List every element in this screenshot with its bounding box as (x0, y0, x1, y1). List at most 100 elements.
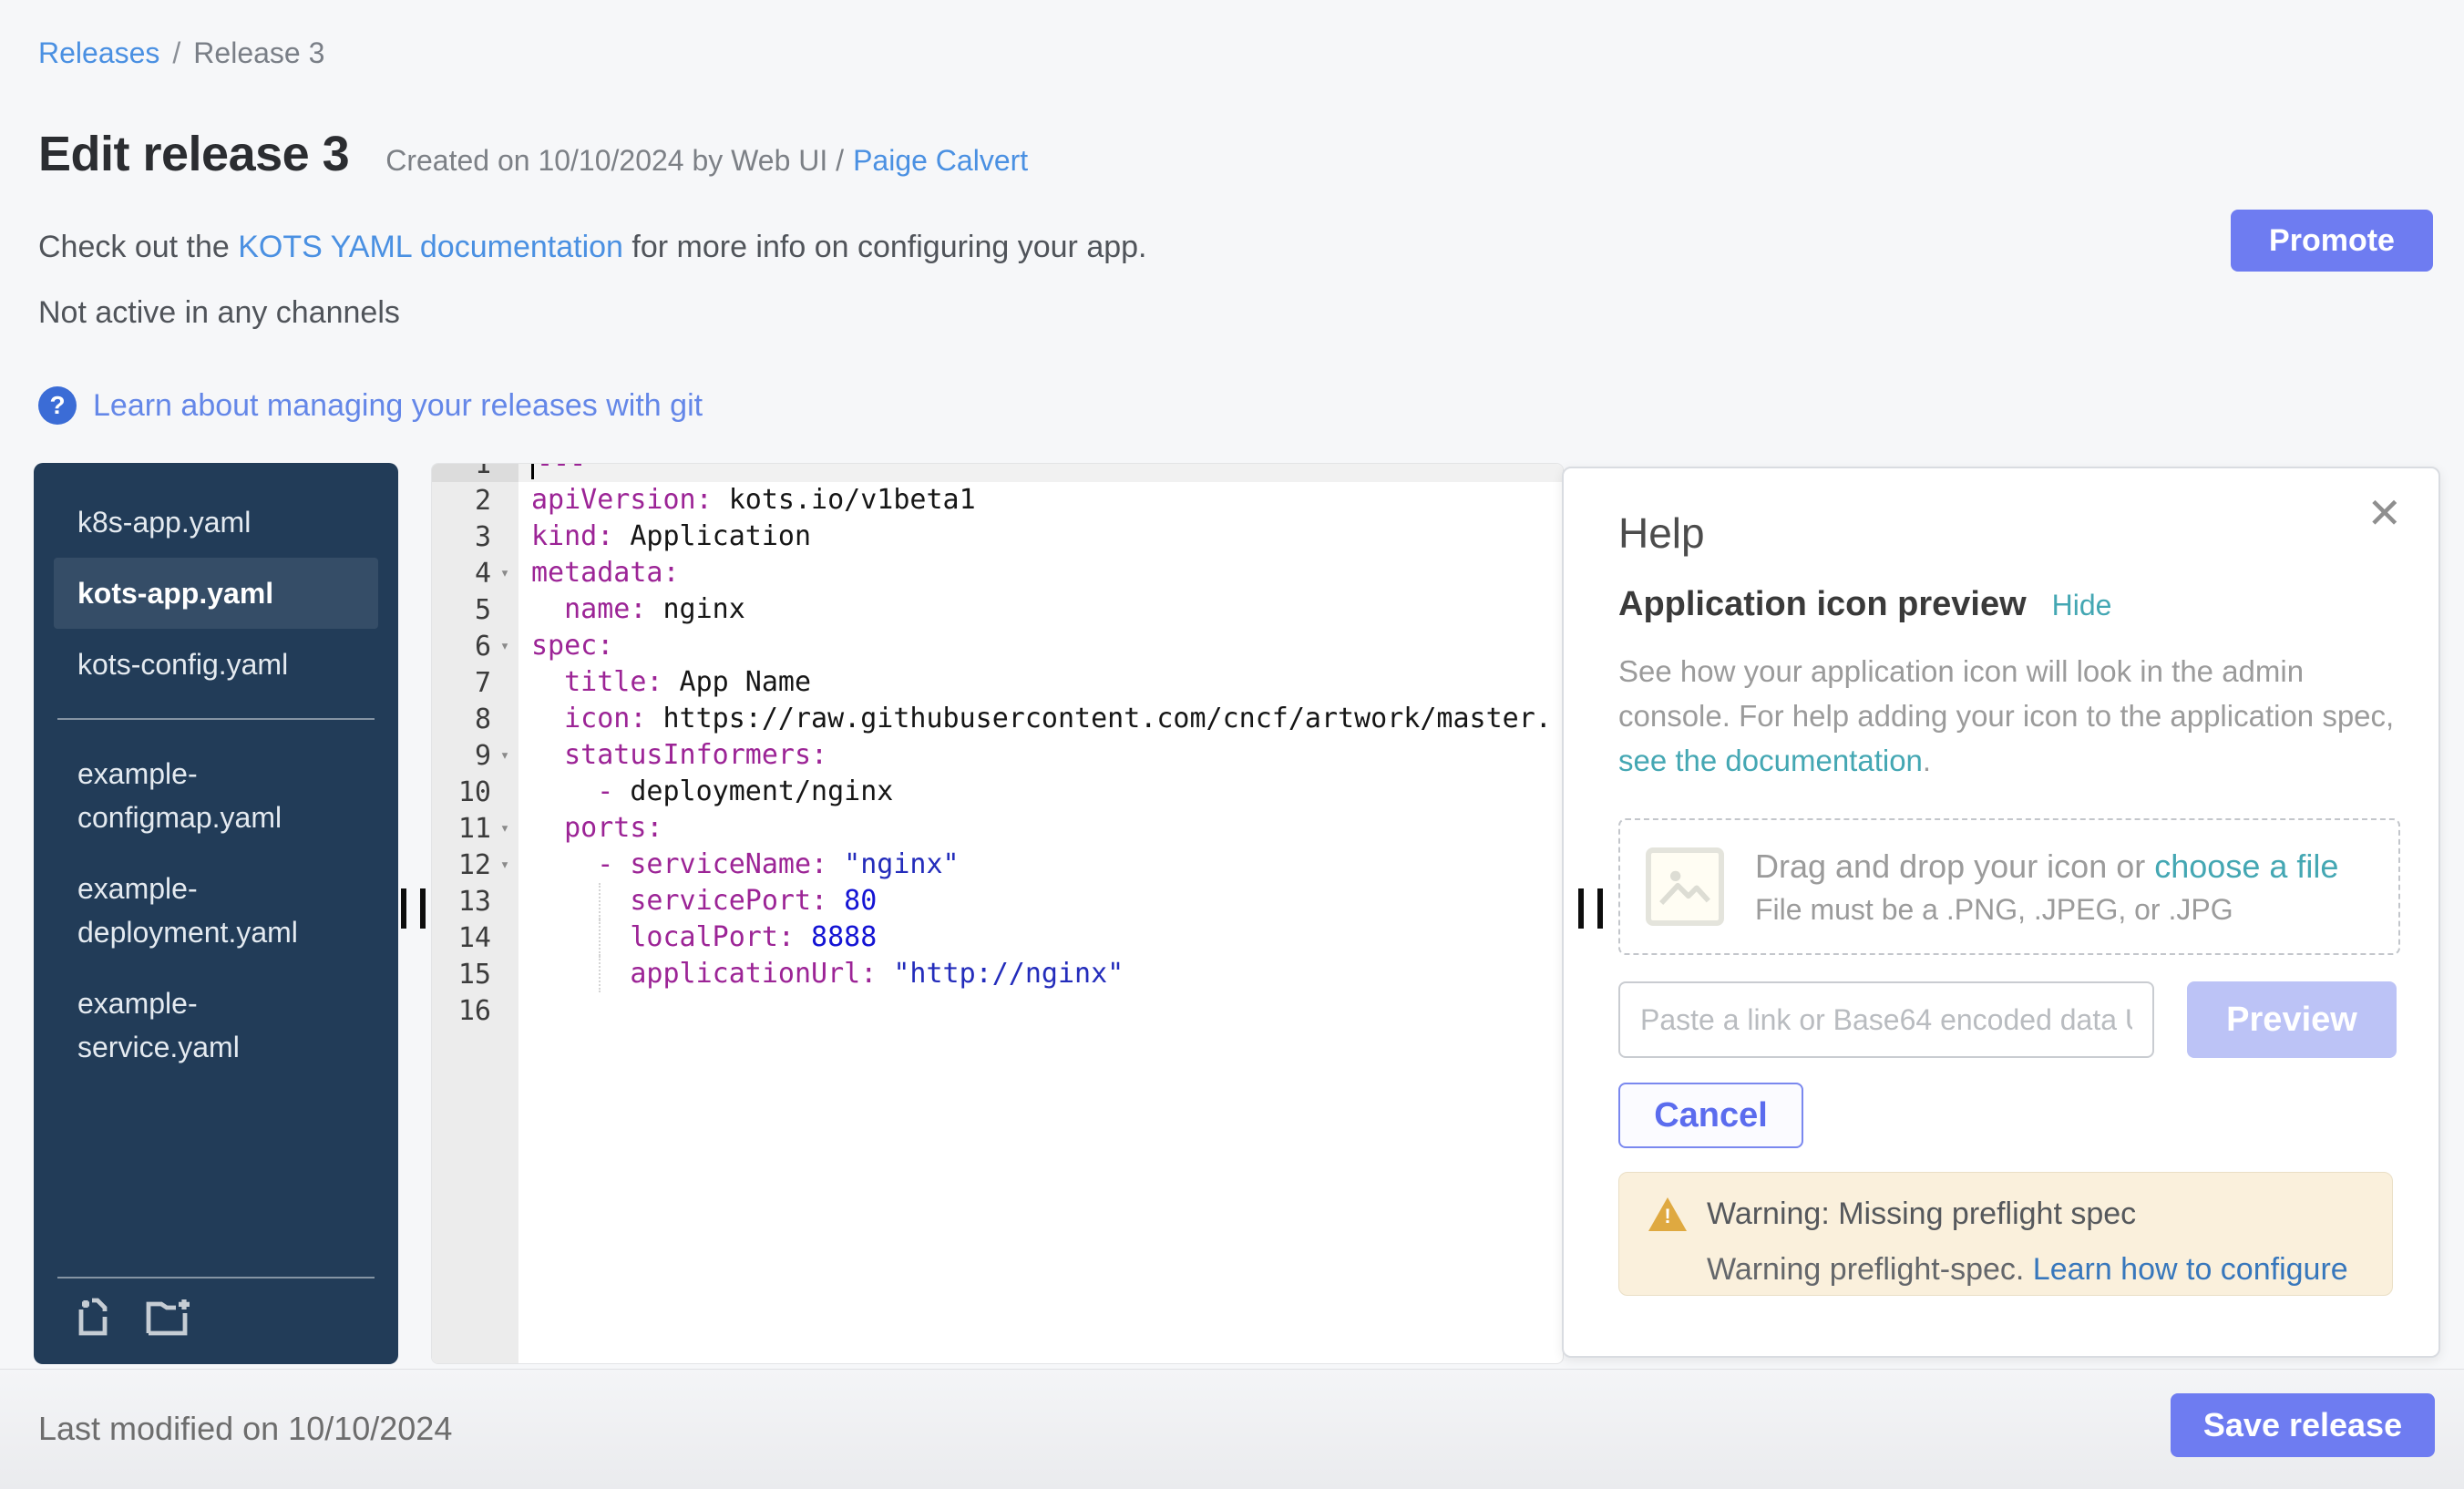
help-title: Help (1618, 508, 1705, 558)
choose-file-link[interactable]: choose a file (2154, 847, 2338, 885)
code-line-11: ports: (518, 810, 1563, 847)
dropzone-label: Drag and drop your icon or (1755, 847, 2154, 885)
breadcrumb-separator: / (172, 36, 180, 69)
left-pane-resize-handle[interactable] (401, 888, 426, 929)
code-line-3: kind: Application (518, 519, 1563, 555)
docs-line-post: for more info on configuring your app. (623, 230, 1147, 264)
edit-release-page: Releases/Release 3 Edit release 3 Create… (0, 0, 2464, 1489)
icon-url-input[interactable] (1618, 981, 2154, 1058)
code-line-12: - serviceName: "nginx" (518, 847, 1563, 883)
dropzone-text: Drag and drop your icon or choose a file… (1755, 847, 2338, 927)
save-release-button[interactable]: Save release (2171, 1393, 2435, 1457)
preview-button[interactable]: Preview (2187, 981, 2397, 1058)
code-line-1: --- (518, 463, 1563, 482)
description-text: See how your application icon will look … (1618, 654, 2394, 733)
kots-yaml-docs-link[interactable]: KOTS YAML documentation (238, 230, 623, 264)
page-title: Edit release 3 (38, 126, 349, 182)
gutter-line-13: 13 (432, 883, 518, 919)
gutter-line-12: 12▾ (432, 847, 518, 883)
gutter-line-11: 11▾ (432, 810, 518, 847)
code-line-6: spec: (518, 628, 1563, 664)
breadcrumb-link-releases[interactable]: Releases (38, 36, 159, 69)
file-list-divider (57, 718, 375, 720)
fold-arrow-icon[interactable]: ▾ (491, 847, 518, 883)
gutter-line-15: 15 (432, 956, 518, 992)
right-pane-resize-handle[interactable] (1578, 888, 1603, 929)
code-line-10: - deployment/nginx (518, 774, 1563, 810)
icon-preview-section-header: Application icon preview Hide (1618, 585, 2111, 624)
warning-triangle-icon: ! (1648, 1197, 1687, 1231)
image-placeholder-icon (1646, 847, 1724, 926)
file-item-kots-config.yaml[interactable]: kots-config.yaml (54, 629, 378, 700)
code-line-7: title: App Name (518, 664, 1563, 701)
editor-scroll-area: 1234▾56▾789▾1011▾12▾13141516 ---apiVersi… (432, 463, 1563, 1029)
code-line-8: icon: https://raw.githubusercontent.com/… (518, 701, 1563, 737)
gutter-line-6: 6▾ (432, 628, 518, 664)
gutter-line-4: 4▾ (432, 555, 518, 591)
code-line-9: statusInformers: (518, 737, 1563, 774)
created-info: Created on 10/10/2024 by Web UI / Paige C… (385, 144, 1028, 178)
promote-button[interactable]: Promote (2231, 210, 2433, 272)
warning-detail: Warning preflight-spec. Learn how to con… (1707, 1252, 2365, 1288)
text-cursor (531, 463, 534, 479)
code-line-4: metadata: (518, 555, 1563, 591)
icon-preview-title: Application icon preview (1618, 585, 2027, 624)
add-folder-button[interactable] (145, 1297, 196, 1337)
file-list: k8s-app.yamlkots-app.yamlkots-config.yam… (34, 487, 398, 1083)
gutter-line-14: 14 (432, 919, 518, 956)
file-item-example-service.yaml[interactable]: example-service.yaml (54, 968, 378, 1083)
add-file-icon (76, 1297, 112, 1337)
fold-arrow-icon[interactable]: ▾ (491, 628, 518, 664)
editor-code: ---apiVersion: kots.io/v1beta1kind: Appl… (518, 463, 1563, 1029)
dropzone-file-types: File must be a .PNG, .JPEG, or .JPG (1755, 893, 2338, 927)
created-text: Created on 10/10/2024 by Web UI / (385, 144, 844, 177)
footer-bar: Last modified on 10/10/2024 Save release (0, 1369, 2464, 1489)
fold-arrow-icon[interactable]: ▾ (491, 737, 518, 774)
fold-arrow-icon[interactable]: ▾ (491, 555, 518, 591)
gutter-line-16: 16 (432, 992, 518, 1029)
docs-line-pre: Check out the (38, 230, 238, 264)
gutter-line-3: 3 (432, 519, 518, 555)
hide-link[interactable]: Hide (2052, 589, 2112, 622)
breadcrumb: Releases/Release 3 (38, 36, 324, 70)
warning-title: Warning: Missing preflight spec (1707, 1196, 2136, 1232)
learn-configure-link[interactable]: Learn how to configure (2033, 1252, 2348, 1287)
see-documentation-link[interactable]: see the documentation (1618, 744, 1923, 777)
preflight-warning-box: ! Warning: Missing preflight spec Warnin… (1618, 1172, 2393, 1296)
file-tree-panel: k8s-app.yamlkots-app.yamlkots-config.yam… (34, 463, 398, 1364)
gutter-line-8: 8 (432, 701, 518, 737)
fold-arrow-icon[interactable]: ▾ (491, 810, 518, 847)
warning-detail-text: Warning preflight-spec. (1707, 1252, 2033, 1287)
add-file-button[interactable] (76, 1297, 112, 1337)
git-help-link[interactable]: ? Learn about managing your releases wit… (38, 386, 703, 425)
icon-preview-description: See how your application icon will look … (1618, 649, 2411, 783)
code-line-5: name: nginx (518, 591, 1563, 628)
add-folder-icon (145, 1297, 196, 1337)
file-item-example-configmap.yaml[interactable]: example-configmap.yaml (54, 738, 378, 853)
title-row: Edit release 3 Created on 10/10/2024 by … (38, 126, 1028, 182)
yaml-editor[interactable]: 1234▾56▾789▾1011▾12▾13141516 ---apiVersi… (431, 463, 1564, 1364)
cancel-button[interactable]: Cancel (1618, 1083, 1803, 1148)
gutter-line-9: 9▾ (432, 737, 518, 774)
question-icon: ? (38, 386, 77, 425)
channel-status: Not active in any channels (38, 295, 400, 331)
gutter-line-1: 1 (432, 463, 518, 482)
code-line-16 (518, 992, 1563, 1029)
gutter-line-7: 7 (432, 664, 518, 701)
code-line-15: applicationUrl: "http://nginx" (518, 956, 1563, 992)
file-tree-footer (57, 1277, 375, 1344)
created-by-link[interactable]: Paige Calvert (853, 144, 1028, 177)
code-line-13: servicePort: 80 (518, 883, 1563, 919)
gutter-line-10: 10 (432, 774, 518, 810)
file-item-example-deployment.yaml[interactable]: example-deployment.yaml (54, 853, 378, 968)
last-modified-text: Last modified on 10/10/2024 (38, 1410, 452, 1448)
help-panel: ✕ Help Application icon preview Hide See… (1562, 467, 2440, 1358)
description-period: . (1923, 744, 1931, 777)
docs-line: Check out the KOTS YAML documentation fo… (38, 230, 1147, 265)
close-icon[interactable]: ✕ (2366, 488, 2402, 538)
icon-dropzone[interactable]: Drag and drop your icon or choose a file… (1618, 818, 2400, 955)
editor-gutter: 1234▾56▾789▾1011▾12▾13141516 (432, 463, 518, 1029)
file-item-k8s-app.yaml[interactable]: k8s-app.yaml (54, 487, 378, 558)
file-item-kots-app.yaml[interactable]: kots-app.yaml (54, 558, 378, 629)
code-line-14: localPort: 8888 (518, 919, 1563, 956)
